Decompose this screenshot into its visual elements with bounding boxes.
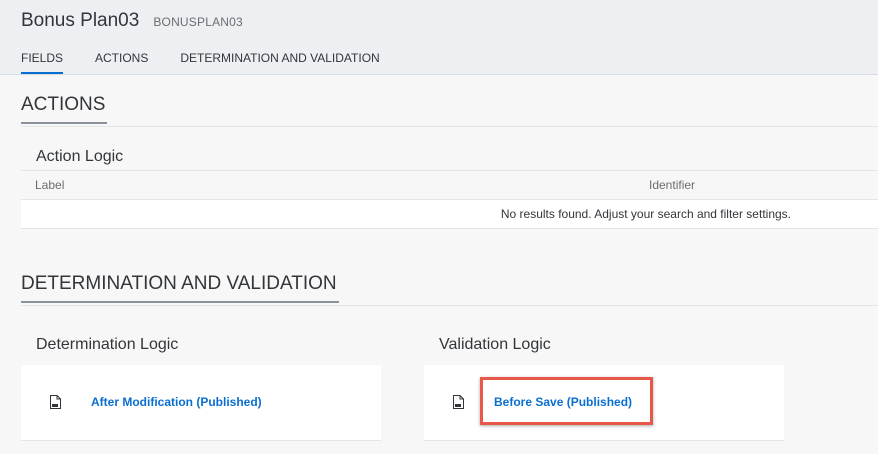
before-save-link[interactable]: Before Save (Published) — [494, 395, 632, 409]
tab-bar: FIELDS ACTIONS DETERMINATION AND VALIDAT… — [21, 51, 412, 74]
table-header-row: Label Identifier — [21, 170, 878, 200]
section-title-underline — [21, 122, 108, 124]
determination-logic-title: Determination Logic — [21, 325, 381, 365]
actions-section-title: ACTIONS — [21, 94, 108, 124]
column-header-identifier[interactable]: Identifier — [649, 178, 695, 192]
tab-determination-and-validation[interactable]: DETERMINATION AND VALIDATION — [180, 51, 379, 74]
page-title: Bonus Plan03 — [21, 10, 140, 31]
section-title-underline — [21, 301, 339, 303]
tab-actions[interactable]: ACTIONS — [95, 51, 148, 74]
document-icon — [50, 395, 61, 409]
determination-logic-body: After Modification (Published) — [21, 365, 381, 441]
action-logic-table: Action Logic Label Identifier No results… — [21, 140, 878, 229]
validation-logic-card: Validation Logic Before Save (Published) — [424, 325, 784, 441]
dv-section-title-text: DETERMINATION AND VALIDATION — [21, 273, 337, 294]
validation-logic-body: Before Save (Published) — [424, 365, 784, 441]
title-row: Bonus Plan03 BONUSPLAN03 — [21, 10, 243, 32]
document-icon — [453, 395, 464, 409]
after-modification-link[interactable]: After Modification (Published) — [91, 395, 262, 409]
column-header-label[interactable]: Label — [35, 178, 64, 192]
determination-logic-card: Determination Logic After Modification (… — [21, 325, 381, 441]
no-results-message: No results found. Adjust your search and… — [500, 207, 791, 221]
page-header: Bonus Plan03 BONUSPLAN03 FIELDS ACTIONS … — [0, 0, 878, 75]
section-divider — [21, 305, 878, 306]
table-empty-row: No results found. Adjust your search and… — [21, 200, 878, 229]
section-divider — [21, 126, 878, 127]
dv-section-title: DETERMINATION AND VALIDATION — [21, 273, 339, 303]
action-logic-title: Action Logic — [21, 140, 878, 170]
actions-section-title-text: ACTIONS — [21, 94, 106, 115]
page-subtitle: BONUSPLAN03 — [153, 15, 243, 29]
validation-logic-title: Validation Logic — [424, 325, 784, 365]
tab-fields[interactable]: FIELDS — [21, 51, 64, 74]
